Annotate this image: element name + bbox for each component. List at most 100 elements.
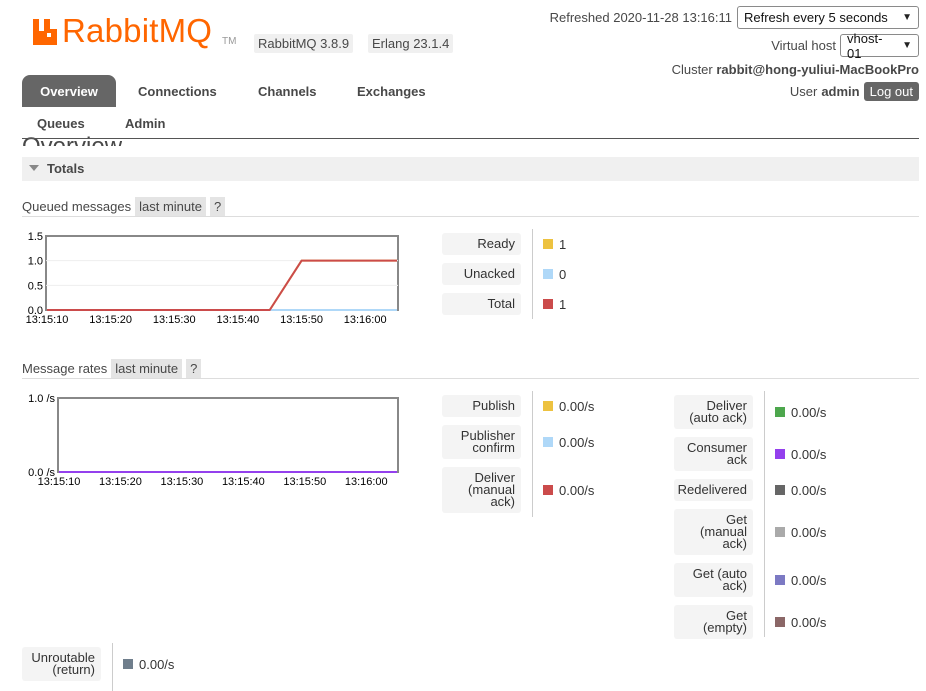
legend-divider [532, 229, 533, 319]
legend-label: Total [442, 293, 521, 315]
y-tick-label: 1.0 /s [28, 393, 55, 405]
legend-value-text: 0.00/s [559, 482, 595, 498]
tab-overview[interactable]: Overview [22, 75, 116, 107]
y-tick-label: 1.0 [28, 256, 43, 268]
legend-label: Deliver (auto ack) [674, 395, 753, 429]
legend-swatch [543, 485, 553, 495]
tab-exchanges[interactable]: Exchanges [357, 84, 426, 99]
cluster-name: rabbit@hong-yuliui-MacBookPro [716, 62, 919, 77]
section-divider [22, 216, 919, 217]
x-tick-label: 13:15:50 [283, 476, 326, 488]
page-title: Overview [22, 128, 122, 146]
y-tick-label: 0.5 [28, 280, 43, 292]
refresh-select-value: Refresh every 5 seconds [744, 10, 888, 25]
legend-swatch [123, 659, 133, 669]
x-tick-label: 13:16:00 [344, 314, 387, 326]
legend-value: 0 [543, 263, 566, 285]
x-tick-label: 13:15:20 [99, 476, 142, 488]
legend-divider [532, 391, 533, 517]
legend-value: 1 [543, 233, 566, 255]
rabbit-logo-icon [33, 19, 57, 45]
legend-value: 0.00/s [775, 509, 826, 555]
message-rates-title: Message rates last minute ? [22, 359, 202, 378]
logout-button[interactable]: Log out [863, 82, 919, 101]
rates-help-button[interactable]: ? [186, 359, 202, 378]
legend-label: Unacked [442, 263, 521, 285]
nav-divider [22, 138, 919, 139]
x-tick-label: 13:16:00 [345, 476, 388, 488]
queued-messages-title: Queued messages last minute ? [22, 197, 226, 216]
x-tick-label: 13:15:50 [280, 314, 323, 326]
legend-label: Redelivered [674, 479, 753, 501]
cluster-info: Cluster rabbit@hong-yuliui-MacBookPro [672, 62, 919, 77]
legend-swatch [543, 239, 553, 249]
legend-swatch [775, 407, 785, 417]
legend-value-text: 0.00/s [791, 572, 827, 588]
legend-value: 0.00/s [543, 467, 594, 513]
legend-swatch [775, 485, 785, 495]
cluster-label: Cluster [671, 62, 713, 77]
plot-frame [45, 235, 399, 311]
legend-label: Publisher confirm [442, 425, 521, 459]
totals-section-header[interactable]: Totals [22, 157, 919, 181]
legend-swatch [543, 299, 553, 309]
legend-label: Get (manual ack) [674, 509, 753, 555]
legend-value: 0.00/s [775, 479, 826, 501]
legend-swatch [775, 527, 785, 537]
x-tick-label: 13:15:30 [160, 476, 203, 488]
x-tick-label: 13:15:10 [38, 476, 81, 488]
plot-frame [57, 397, 399, 473]
legend-label: Deliver (manual ack) [442, 467, 521, 513]
legend-value-text: 0.00/s [791, 404, 827, 420]
collapse-triangle-icon [29, 165, 39, 171]
legend-label: Publish [442, 395, 521, 417]
legend-value-text: 0.00/s [559, 398, 595, 414]
legend-value: 0.00/s [543, 425, 594, 459]
rates-range-toggle[interactable]: last minute [111, 359, 183, 378]
legend-label: Consumer ack [674, 437, 753, 471]
refresh-interval-select[interactable]: Refresh every 5 seconds ▼ [737, 6, 919, 29]
x-tick-label: 13:15:20 [89, 314, 132, 326]
queued-messages-chart: 0.00.51.01.513:15:10 13:15:20 13:15:30 13:1… [26, 231, 399, 326]
totals-label: Totals [47, 161, 85, 176]
legend-value-text: 0 [559, 266, 567, 282]
legend-label: Ready [442, 233, 521, 255]
queued-title-text: Queued messages [22, 199, 132, 214]
legend-value: 0.00/s [543, 395, 594, 417]
legend-value: 0.00/s [123, 647, 174, 681]
rates-title-text: Message rates [22, 361, 108, 376]
virtual-host-select[interactable]: vhost-01 ▼ [840, 31, 919, 61]
vhost-select-value: vhost-01 [847, 30, 883, 61]
legend-divider [764, 391, 765, 637]
user-name: admin [821, 84, 860, 99]
legend-swatch [775, 575, 785, 585]
section-divider [22, 378, 919, 379]
chevron-down-icon: ▼ [902, 40, 912, 51]
legend-value: 0.00/s [775, 437, 826, 471]
rabbitmq-version-badge: RabbitMQ 3.8.9 [254, 34, 354, 53]
legend-value-text: 0.00/s [559, 434, 595, 450]
legend-swatch [543, 269, 553, 279]
tab-channels[interactable]: Channels [258, 84, 317, 99]
legend-value-text: 0.00/s [791, 614, 827, 630]
legend-divider [112, 643, 113, 691]
legend-swatch [543, 437, 553, 447]
message-rates-chart: 0.0 /s1.0 /s13:15:10 13:15:20 13:15:30 13:1… [28, 393, 399, 488]
legend-value-text: 0.00/s [791, 482, 827, 498]
queued-help-button[interactable]: ? [210, 197, 226, 216]
x-tick-label: 13:15:40 [216, 314, 259, 326]
legend-label: Get (empty) [674, 605, 753, 639]
queued-range-toggle[interactable]: last minute [135, 197, 206, 216]
logo-trademark: TM [222, 36, 237, 47]
legend-value: 1 [543, 293, 566, 315]
legend-value-text: 1 [559, 296, 567, 312]
x-tick-label: 13:15:30 [153, 314, 196, 326]
refreshed-timestamp: Refreshed 2020-11-28 13:16:11 [549, 10, 732, 25]
virtual-host-label: Virtual host [771, 38, 836, 53]
legend-swatch [775, 449, 785, 459]
legend-value-text: 0.00/s [791, 446, 827, 462]
tab-admin[interactable]: Admin [125, 116, 165, 131]
tab-connections[interactable]: Connections [138, 84, 217, 99]
y-tick-label: 1.5 [28, 231, 43, 243]
legend-label: Unroutable (return) [22, 647, 101, 681]
